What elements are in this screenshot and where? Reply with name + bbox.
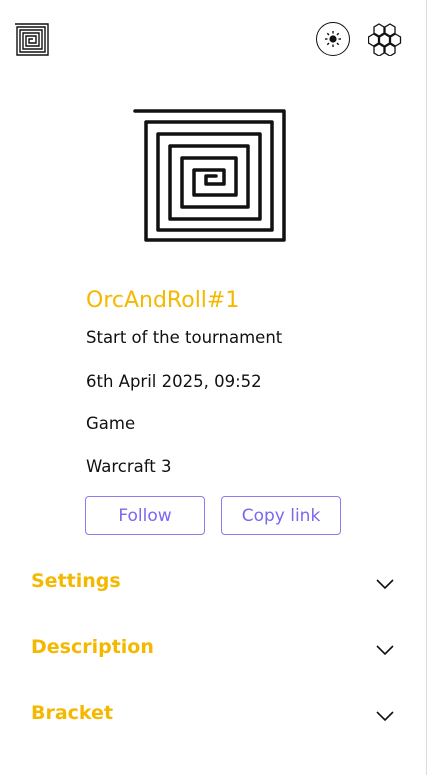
- section-label: Bracket: [31, 702, 114, 724]
- copy-link-button[interactable]: Copy link: [221, 496, 341, 535]
- chevron-down-icon: [376, 711, 394, 722]
- section-label: Description: [31, 636, 154, 658]
- start-label: Start of the tournament: [86, 328, 283, 347]
- section-description[interactable]: Description: [31, 629, 401, 665]
- section-bracket[interactable]: Bracket: [31, 695, 401, 731]
- spiral-logo-icon[interactable]: [14, 22, 50, 56]
- tournament-title: OrcAndRoll#1: [86, 288, 240, 313]
- follow-button[interactable]: Follow: [85, 496, 205, 535]
- game-label: Game: [86, 414, 136, 433]
- theme-toggle-button[interactable]: [316, 22, 350, 56]
- game-value: Warcraft 3: [86, 457, 172, 476]
- sun-icon: [325, 31, 341, 47]
- chevron-down-icon: [376, 579, 394, 590]
- tournament-logo-image: [133, 109, 286, 242]
- chevron-down-icon: [376, 645, 394, 656]
- hexagon-cluster-icon[interactable]: [368, 22, 402, 56]
- start-date: 6th April 2025, 09:52: [86, 372, 262, 391]
- section-settings[interactable]: Settings: [31, 563, 401, 599]
- section-label: Settings: [31, 570, 121, 592]
